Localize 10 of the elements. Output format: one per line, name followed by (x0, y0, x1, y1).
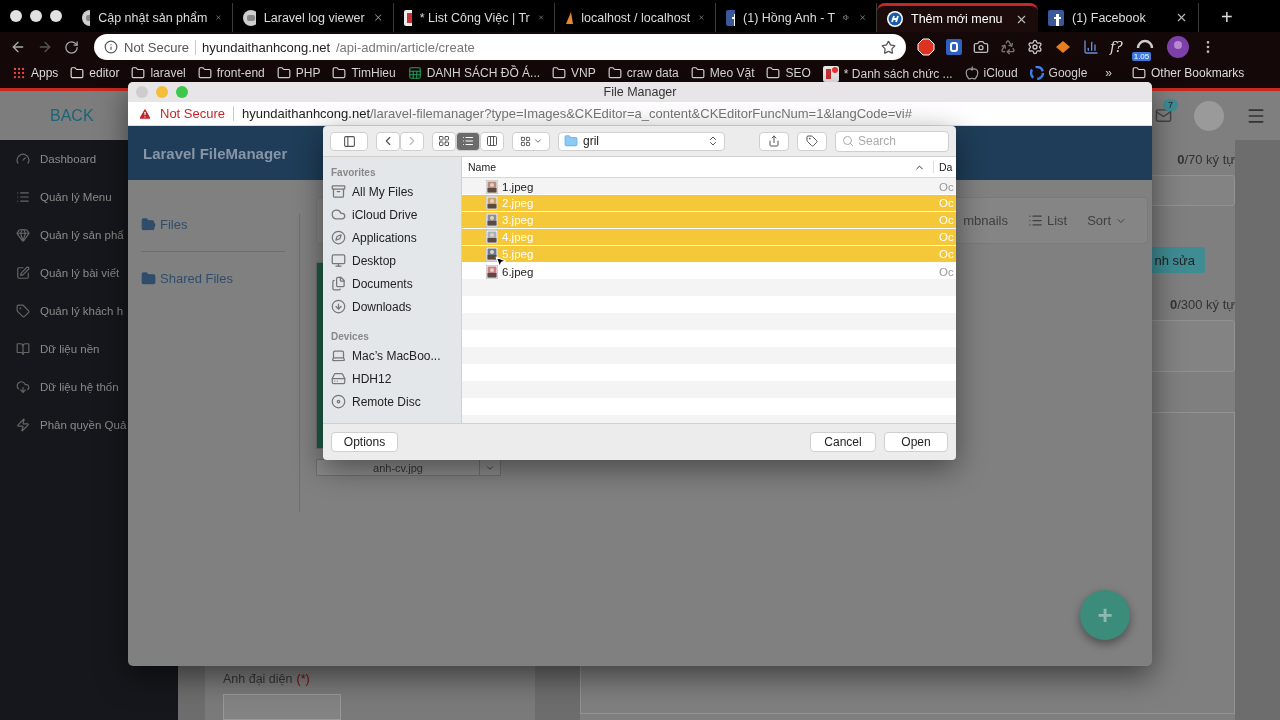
field-label: Anh đại diện (223, 672, 293, 686)
character-counter: 0/70 ký tự (1177, 152, 1235, 167)
section-heading: Devices (331, 329, 370, 344)
required-mark: (*) (296, 672, 310, 686)
character-counter: 0/300 ký tự (1169, 297, 1235, 312)
window-title: File Manager (602, 85, 678, 99)
app-title: Laravel FileManager (143, 144, 288, 162)
notification-count: 7 (1163, 99, 1178, 111)
section-heading: Favorites (331, 165, 377, 180)
address-bar: Not Secure hyundaithanhcong.net/laravel-filemanager?type=Images&CKEditor=a_content&CKEditorFuncNum=1&langCode=vi# (128, 102, 1152, 126)
